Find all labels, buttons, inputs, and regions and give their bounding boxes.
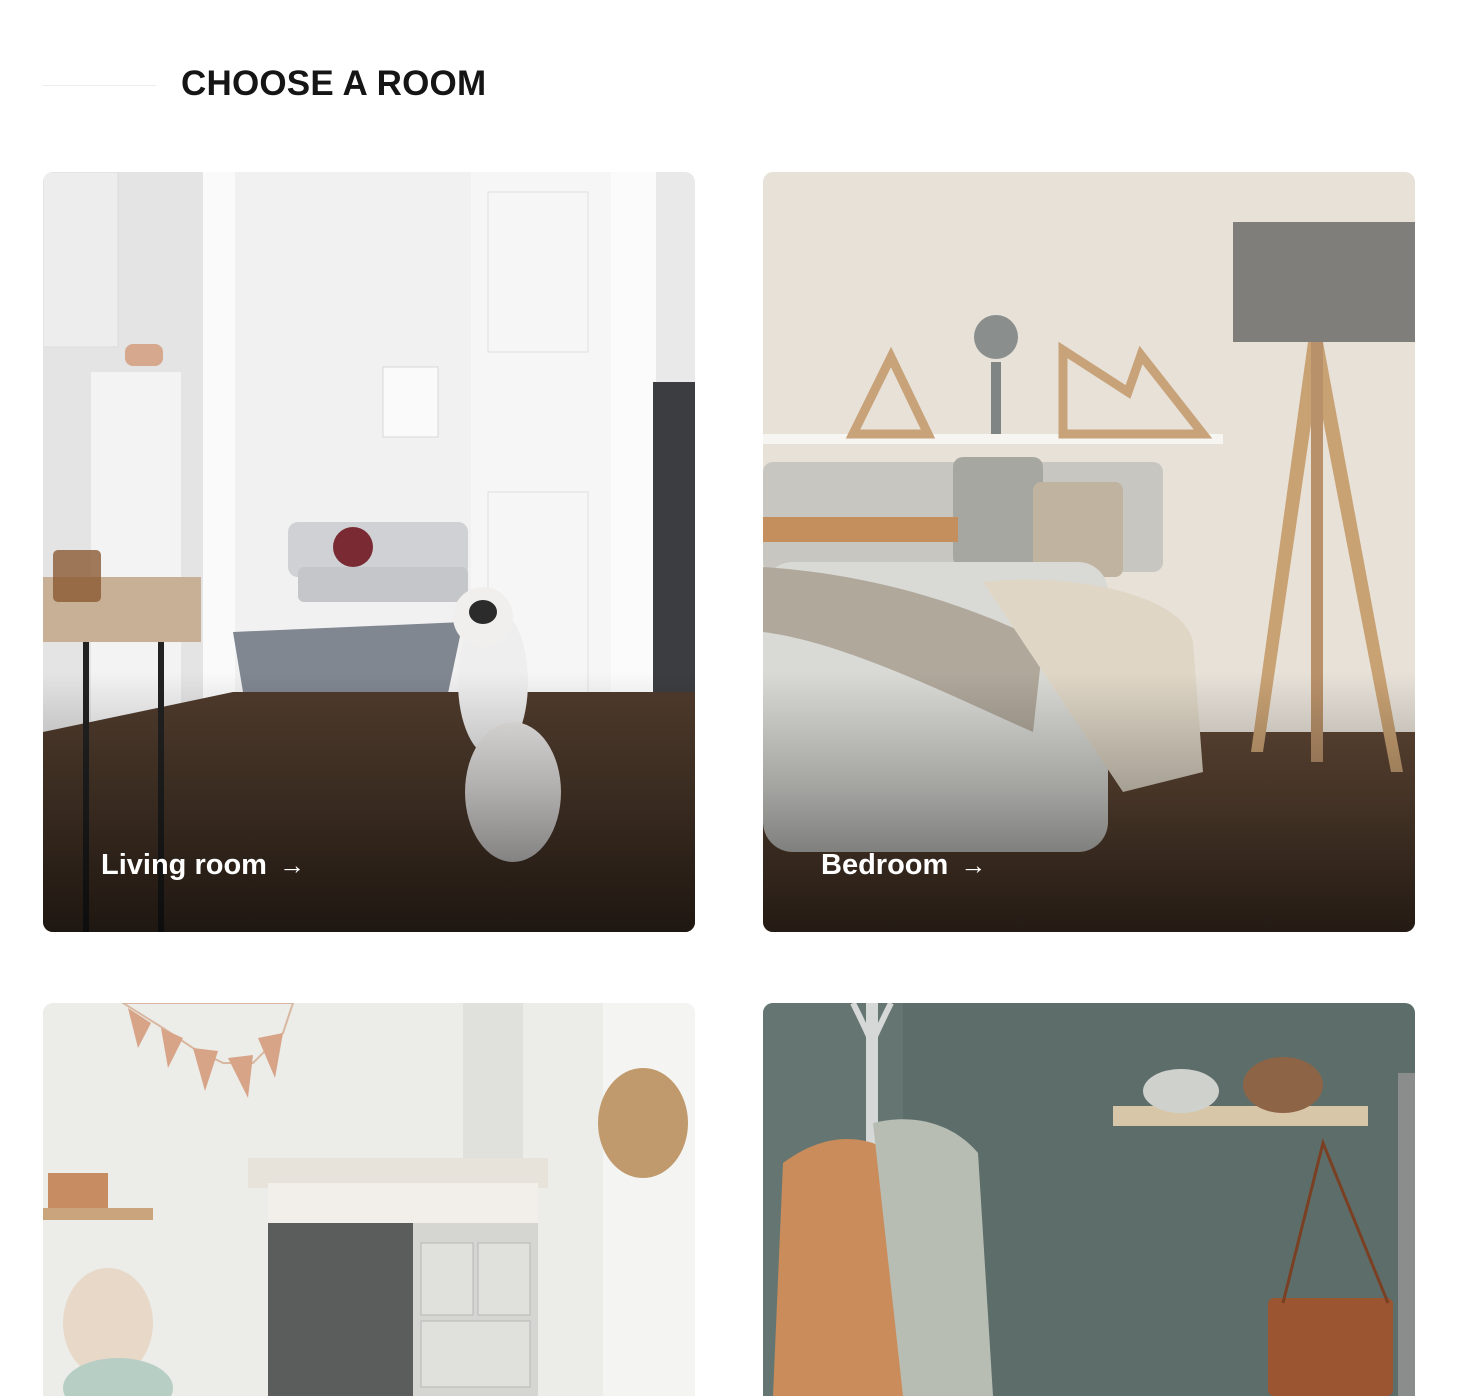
room-card-living-room[interactable]: Living room →	[43, 172, 695, 932]
arrow-right-icon: →	[960, 850, 987, 880]
room-label: Bedroom	[821, 849, 949, 881]
arrow-right-icon: →	[278, 850, 305, 880]
room-link-living-room[interactable]: Living room →	[101, 849, 305, 882]
room-label: Living room	[101, 849, 267, 881]
room-card-hallway[interactable]	[763, 1003, 1415, 1396]
image-overlay	[763, 672, 1415, 932]
hallway-photo	[763, 1003, 1415, 1396]
kids-room-photo	[43, 1003, 695, 1396]
section-header: CHOOSE A ROOM	[43, 60, 743, 110]
page-title: CHOOSE A ROOM	[181, 64, 487, 103]
image-overlay	[43, 672, 695, 932]
room-card-kids-room[interactable]	[43, 1003, 695, 1396]
header-divider	[43, 85, 156, 86]
room-link-bedroom[interactable]: Bedroom →	[821, 849, 986, 882]
room-card-bedroom[interactable]: Bedroom →	[763, 172, 1415, 932]
